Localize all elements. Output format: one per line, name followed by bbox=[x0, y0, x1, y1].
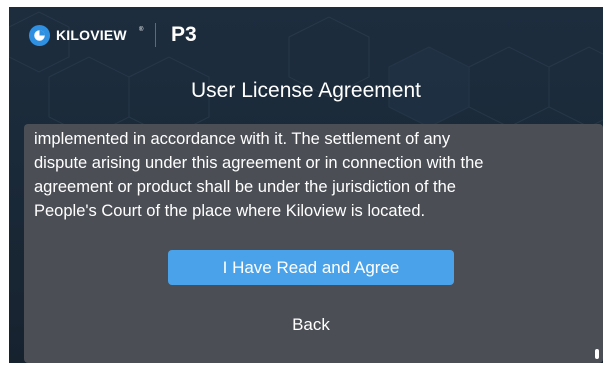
page-title: User License Agreement bbox=[191, 79, 421, 102]
header-divider bbox=[155, 23, 156, 47]
scrollbar-thumb[interactable] bbox=[595, 349, 599, 359]
brand-name: KILOVIEW bbox=[56, 27, 127, 43]
back-button[interactable]: Back bbox=[268, 310, 354, 340]
kiloview-logo-icon bbox=[28, 24, 51, 47]
product-name: P3 bbox=[171, 23, 197, 46]
header-bar: KILOVIEW ® P3 bbox=[9, 7, 603, 65]
device-screen: KILOVIEW ® P3 User License Agreement imp… bbox=[9, 7, 603, 363]
agreement-text: implemented in accordance with it. The s… bbox=[34, 130, 484, 220]
agreement-panel[interactable]: implemented in accordance with it. The s… bbox=[24, 124, 603, 363]
registered-mark: ® bbox=[139, 27, 144, 33]
agree-button[interactable]: I Have Read and Agree bbox=[168, 250, 454, 285]
